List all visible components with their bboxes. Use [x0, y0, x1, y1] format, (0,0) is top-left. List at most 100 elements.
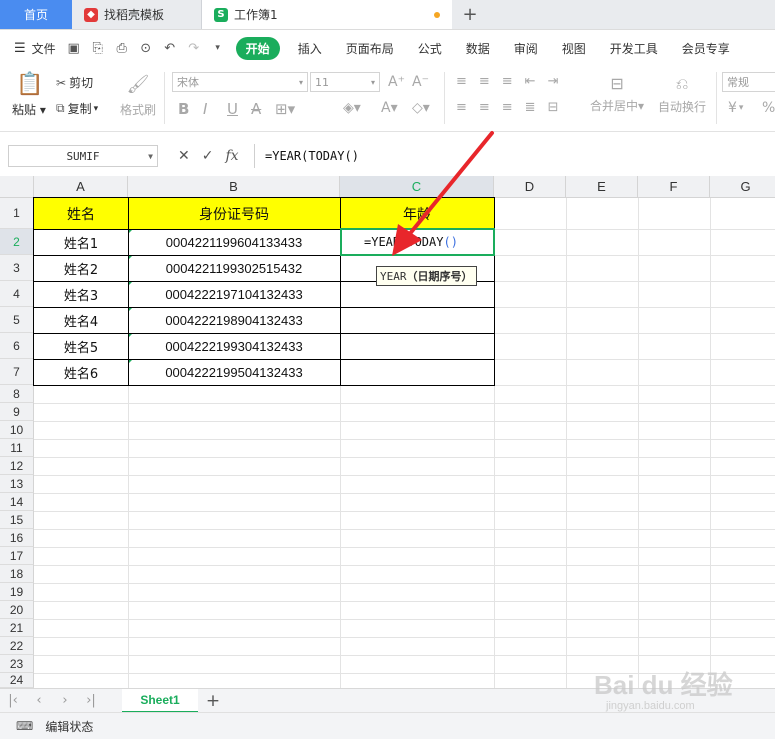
merge-center-button[interactable]: ⊟ 合并居中▾ — [590, 74, 644, 114]
column-header-c[interactable]: C — [340, 176, 494, 198]
font-size-select[interactable]: 11 ▾ — [310, 72, 380, 92]
align-top-icon[interactable]: ≡≡≡⇤⇥ — [456, 74, 570, 89]
row-header-20[interactable]: 20 — [0, 601, 34, 619]
menu-formulas[interactable]: 公式 — [406, 40, 454, 57]
row-header-6[interactable]: 6 — [0, 333, 34, 359]
row-header-3[interactable]: 3 — [0, 255, 34, 281]
underline-button[interactable]: U — [227, 100, 238, 118]
clipboard-icon: 📋 — [16, 72, 44, 97]
cancel-icon[interactable]: ✕ — [178, 148, 190, 164]
font-name-select[interactable]: 宋体 ▾ — [172, 72, 308, 92]
decrease-font-icon[interactable]: A⁻ — [412, 74, 429, 90]
menu-data[interactable]: 数据 — [454, 40, 502, 57]
row-header-5[interactable]: 5 — [0, 307, 34, 333]
ribbon: 📋 粘贴 ▾ ✂ 剪切 ⧉ 复制 ▾ 🖌 格式刷 宋体 ▾ 11 ▾ A⁺ A⁻… — [0, 66, 775, 132]
menu-developer[interactable]: 开发工具 — [598, 40, 670, 57]
percent-button[interactable]: % — [762, 100, 775, 116]
column-header-g[interactable]: G — [710, 176, 775, 198]
number-format-select[interactable]: 常规 — [722, 72, 775, 92]
row-header-4[interactable]: 4 — [0, 281, 34, 307]
undo-icon[interactable]: ↶ — [158, 41, 182, 56]
row-header-14[interactable]: 14 — [0, 493, 34, 511]
row-header-15[interactable]: 15 — [0, 511, 34, 529]
currency-button[interactable]: ¥ ▾ — [728, 100, 743, 116]
row-header-19[interactable]: 19 — [0, 583, 34, 601]
italic-button[interactable]: I — [203, 100, 207, 118]
row-header-2[interactable]: 2 — [0, 229, 34, 255]
name-box[interactable]: SUMIF ▼ — [8, 145, 158, 167]
save-icon[interactable]: ▣ — [62, 41, 86, 56]
active-cell-c2[interactable]: =YEAR(TODAY() — [340, 228, 495, 256]
chevron-down-icon[interactable]: ▼ — [148, 152, 153, 161]
copy-icon: ⧉ — [56, 101, 65, 115]
row-header-16[interactable]: 16 — [0, 529, 34, 547]
sheet-tab-sheet1[interactable]: Sheet1 — [122, 688, 198, 713]
active-cell-parens: () — [443, 235, 458, 249]
menu-member[interactable]: 会员专享 — [670, 40, 742, 57]
row-header-7[interactable]: 7 — [0, 359, 34, 385]
file-menu-button[interactable]: ☰ 文件 — [0, 40, 62, 57]
status-monitor-icon[interactable]: ⌨ — [16, 719, 33, 733]
new-tab-button[interactable]: + — [452, 0, 488, 29]
copy-button[interactable]: ⧉ 复制 ▾ — [56, 100, 98, 117]
eraser-icon[interactable]: ◇▾ — [412, 100, 430, 116]
row-header-17[interactable]: 17 — [0, 547, 34, 565]
quick-access-dropdown-icon[interactable]: ▾ — [206, 43, 230, 53]
spreadsheet-grid[interactable]: A B C D E F G 1 2 3 4 5 6 7 8 9 10 11 12… — [0, 176, 775, 688]
add-sheet-button[interactable]: + — [198, 691, 228, 711]
menu-home[interactable]: 开始 — [235, 36, 280, 60]
row-header-22[interactable]: 22 — [0, 637, 34, 655]
formula-input[interactable]: =YEAR(TODAY() — [254, 144, 775, 168]
print-icon[interactable]: ⎙ — [110, 41, 134, 56]
menu-insert[interactable]: 插入 — [286, 40, 334, 57]
row-header-24[interactable]: 24 — [0, 673, 34, 688]
align-left-icon[interactable]: ≡≡≡≣⊟ — [456, 100, 570, 115]
row-header-12[interactable]: 12 — [0, 457, 34, 475]
row-header-18[interactable]: 18 — [0, 565, 34, 583]
wrap-text-button[interactable]: ⎌ 自动换行 — [658, 74, 706, 115]
row-header-9[interactable]: 9 — [0, 403, 34, 421]
format-painter-button[interactable]: 🖌 格式刷 — [120, 74, 156, 118]
prev-sheet-icon[interactable]: ‹ — [26, 693, 52, 708]
row-header-1[interactable]: 1 — [0, 198, 34, 229]
increase-font-icon[interactable]: A⁺ — [388, 74, 405, 90]
menu-review[interactable]: 审阅 — [502, 40, 550, 57]
column-header-f[interactable]: F — [638, 176, 710, 198]
border-icon[interactable]: ⊞▾ — [275, 100, 295, 118]
next-sheet-icon[interactable]: › — [52, 693, 78, 708]
fill-color-icon[interactable]: ◈▾ — [343, 100, 361, 116]
print-preview-icon[interactable]: ⊙ — [134, 41, 158, 56]
row-header-10[interactable]: 10 — [0, 421, 34, 439]
redo-icon[interactable]: ↷ — [182, 41, 206, 56]
strikethrough-button[interactable]: A — [251, 100, 261, 118]
tooltip-arg: （日期序号） — [406, 270, 473, 283]
column-header-e[interactable]: E — [566, 176, 638, 198]
bold-button[interactable]: B — [178, 100, 189, 118]
cut-label: 剪切 — [69, 76, 94, 90]
row-header-11[interactable]: 11 — [0, 439, 34, 457]
first-sheet-icon[interactable]: |‹ — [0, 693, 26, 708]
merge-label: 合并居中 — [590, 99, 639, 113]
select-all-corner[interactable] — [0, 176, 34, 198]
menu-view[interactable]: 视图 — [550, 40, 598, 57]
tab-template[interactable]: ◆ 找稻壳模板 — [72, 0, 202, 29]
last-sheet-icon[interactable]: ›| — [78, 693, 104, 708]
unsaved-dot-icon — [434, 12, 440, 18]
tab-workbook[interactable]: S 工作簿1 — [202, 0, 452, 29]
tab-home[interactable]: 首页 — [0, 0, 72, 29]
font-color-icon[interactable]: A▾ — [381, 100, 398, 116]
confirm-icon[interactable]: ✓ — [202, 148, 214, 164]
menu-page-layout[interactable]: 页面布局 — [334, 40, 406, 57]
paste-button[interactable]: 📋 粘贴 ▾ — [12, 72, 46, 118]
column-header-d[interactable]: D — [494, 176, 566, 198]
row-header-21[interactable]: 21 — [0, 619, 34, 637]
row-header-23[interactable]: 23 — [0, 655, 34, 673]
row-header-8[interactable]: 8 — [0, 385, 34, 403]
cut-button[interactable]: ✂ 剪切 — [56, 74, 93, 91]
hamburger-icon: ☰ — [14, 40, 26, 56]
row-header-13[interactable]: 13 — [0, 475, 34, 493]
column-header-a[interactable]: A — [34, 176, 128, 198]
export-icon[interactable]: ⎘ — [86, 41, 110, 56]
fx-icon[interactable]: fx — [225, 148, 238, 164]
column-header-b[interactable]: B — [128, 176, 340, 198]
